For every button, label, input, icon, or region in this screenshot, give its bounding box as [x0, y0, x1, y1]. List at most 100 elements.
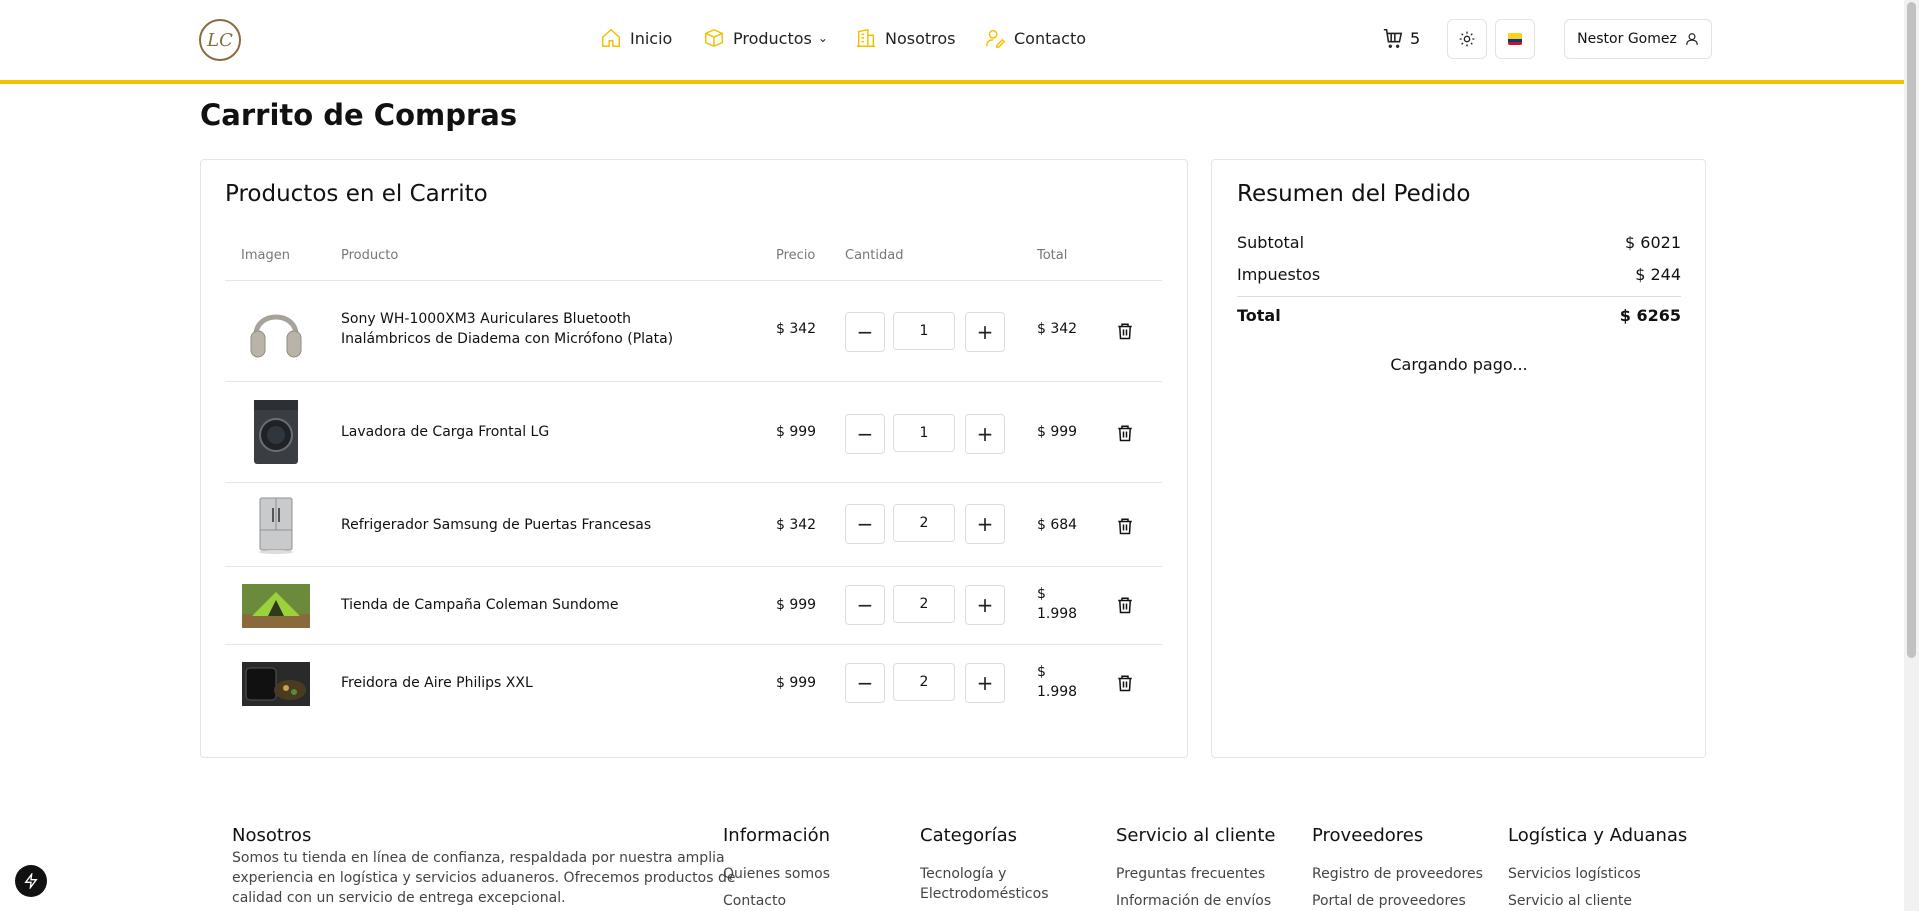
site-logo[interactable]: LC: [199, 19, 241, 61]
line-total-line1: $: [1037, 586, 1046, 602]
product-name: Refrigerador Samsung de Puertas Francesa…: [341, 515, 651, 535]
product-name-line1: Tienda de Campaña Coleman Sundome: [341, 597, 619, 613]
footer-link-provider-portal[interactable]: Portal de proveedores: [1312, 891, 1466, 911]
footer-link-quienes-somos[interactable]: Quienes somos: [723, 864, 830, 884]
footer-providers-title: Proveedores: [1312, 825, 1424, 846]
colombia-flag-icon: [1508, 33, 1522, 45]
theme-toggle-button[interactable]: [1447, 19, 1487, 59]
footer-link-contacto[interactable]: Contacto: [723, 891, 786, 911]
line-total-line1: $ 684: [1037, 517, 1078, 533]
product-name-line1: Lavadora de Carga Frontal LG: [341, 424, 550, 440]
box-icon: [705, 28, 723, 48]
user-edit-icon: [986, 29, 1006, 48]
nav-label: Inicio: [630, 28, 673, 48]
nav-inicio[interactable]: Inicio: [600, 27, 672, 49]
quantity-input[interactable]: 2: [893, 663, 955, 701]
footer-link-logistics[interactable]: Servicios logísticos: [1508, 864, 1641, 884]
table-row: Lavadora de Carga Frontal LG $ 999 − 1 +…: [225, 382, 1162, 483]
tent-image[interactable]: [242, 572, 310, 640]
quantity-input[interactable]: 2: [893, 585, 955, 623]
col-image: Imagen: [241, 248, 290, 263]
product-price: $ 999: [776, 424, 817, 440]
line-total: $ 342: [1037, 319, 1077, 339]
product-name-line2: Inalámbricos de Diadema con Micrófono (P…: [341, 331, 674, 347]
increase-qty-button[interactable]: +: [965, 504, 1005, 544]
table-row: Tienda de Campaña Coleman Sundome $ 999 …: [225, 567, 1162, 645]
trash-icon[interactable]: [1116, 674, 1134, 692]
footer-link-shipping[interactable]: Información de envíos: [1116, 891, 1271, 911]
trash-icon[interactable]: [1116, 322, 1134, 340]
nav-label: Productos: [733, 28, 812, 48]
increase-qty-button[interactable]: +: [965, 312, 1005, 352]
footer-about-text: Somos tu tienda en línea de confianza, r…: [232, 848, 735, 908]
about-line: Somos tu tienda en línea de confianza, r…: [232, 850, 725, 866]
product-name: Tienda de Campaña Coleman Sundome: [341, 595, 618, 615]
increase-qty-button[interactable]: +: [965, 414, 1005, 454]
about-line: calidad con un servicio de entrega excep…: [232, 890, 566, 906]
line-total-line1: $ 999: [1037, 424, 1078, 440]
home-icon: [602, 28, 620, 47]
table-row: Freidora de Aire Philips XXL $ 999 − 2 +…: [225, 645, 1162, 723]
nav-label: Contacto: [1014, 28, 1087, 48]
product-price: $ 342: [776, 517, 817, 533]
quantity-input[interactable]: 1: [893, 414, 955, 452]
decrease-qty-button[interactable]: −: [845, 504, 885, 544]
about-line: experiencia en logística y servicios adu…: [232, 870, 736, 886]
increase-qty-button[interactable]: +: [965, 663, 1005, 703]
user-icon: [1685, 33, 1698, 45]
page-title: Carrito de Compras: [200, 98, 518, 132]
line-total: $ 684: [1037, 515, 1077, 535]
line-total: $ 999: [1037, 422, 1077, 442]
product-price: $ 999: [776, 675, 817, 691]
scrollbar-thumb[interactable]: [1907, 2, 1916, 658]
decrease-qty-button[interactable]: −: [845, 663, 885, 703]
footer-link-customer-service[interactable]: Servicio al cliente: [1508, 891, 1632, 911]
trash-icon[interactable]: [1116, 596, 1134, 614]
nav-contacto[interactable]: Contacto: [984, 27, 1086, 49]
shopping-cart-icon: [1383, 28, 1403, 48]
decrease-qty-button[interactable]: −: [845, 585, 885, 625]
product-name: Lavadora de Carga Frontal LG: [341, 422, 549, 442]
subtotal-row: Subtotal $ 6021: [1237, 233, 1681, 252]
line-total: $ 1.998: [1037, 584, 1077, 624]
chevron-down-icon: ⌄: [817, 31, 828, 45]
summary-divider: [1237, 296, 1681, 297]
total-label: Total: [1237, 306, 1281, 325]
quick-action-button[interactable]: [15, 865, 47, 897]
line-total-line1: $ 342: [1037, 321, 1078, 337]
subtotal-value: $ 6021: [1625, 233, 1681, 252]
headphones-image[interactable]: [242, 298, 310, 366]
category-line: Tecnología y: [920, 866, 1007, 882]
line-total-line2: 1.998: [1037, 606, 1078, 622]
user-menu-button[interactable]: Nestor Gomez: [1564, 19, 1712, 59]
col-price: Precio: [776, 248, 816, 263]
total-value: $ 6265: [1619, 306, 1681, 325]
nav-nosotros[interactable]: Nosotros: [855, 27, 956, 49]
nav-productos[interactable]: Productos ⌄: [703, 27, 828, 49]
trash-icon[interactable]: [1116, 424, 1134, 442]
lightning-icon: [24, 873, 38, 889]
footer-categories-title: Categorías: [920, 825, 1017, 846]
footer-link-tecnologia[interactable]: Tecnología y Electrodomésticos: [920, 864, 1048, 904]
quantity-input[interactable]: 2: [893, 504, 955, 542]
footer-about-title: Nosotros: [232, 825, 312, 846]
air-fryer-image[interactable]: [242, 650, 310, 718]
tax-row: Impuestos $ 244: [1237, 265, 1681, 284]
logo-text: LC: [207, 29, 233, 51]
user-name: Nestor Gomez: [1577, 31, 1677, 47]
refrigerator-image[interactable]: [242, 491, 310, 559]
trash-icon[interactable]: [1116, 517, 1134, 535]
summary-title: Resumen del Pedido: [1237, 181, 1471, 207]
tax-value: $ 244: [1635, 265, 1681, 284]
line-total-line1: $: [1037, 664, 1046, 680]
language-button[interactable]: [1495, 19, 1535, 59]
decrease-qty-button[interactable]: −: [845, 414, 885, 454]
cart-indicator[interactable]: 5: [1382, 27, 1420, 49]
table-row: Sony WH-1000XM3 Auriculares Bluetooth In…: [225, 281, 1162, 382]
footer-link-provider-register[interactable]: Registro de proveedores: [1312, 864, 1483, 884]
increase-qty-button[interactable]: +: [965, 585, 1005, 625]
footer-link-faq[interactable]: Preguntas frecuentes: [1116, 864, 1265, 884]
washing-machine-image[interactable]: [242, 398, 310, 466]
quantity-input[interactable]: 1: [893, 312, 955, 350]
decrease-qty-button[interactable]: −: [845, 312, 885, 352]
